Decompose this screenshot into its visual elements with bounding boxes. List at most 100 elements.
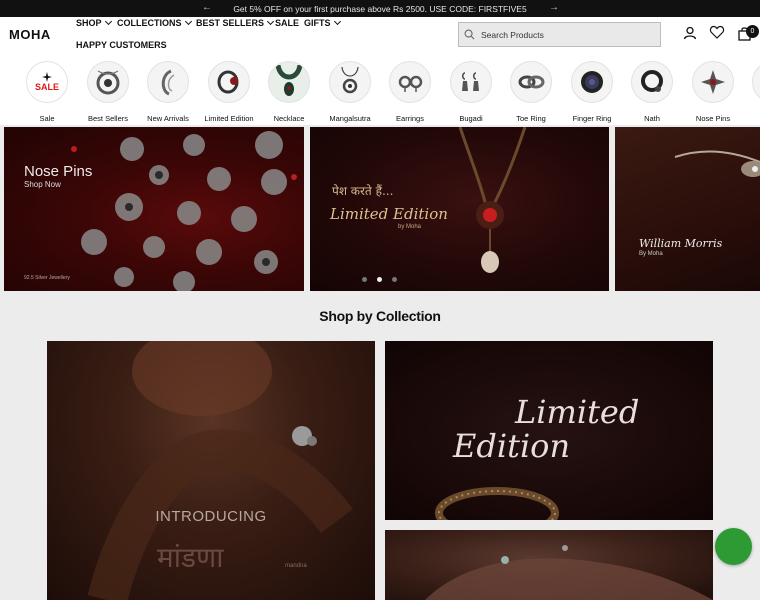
wishlist-heart-icon[interactable] [709, 24, 725, 40]
tile-brand-text: mandna [285, 563, 307, 569]
site-header: MOHA SHOP COLLECTIONS BEST SELLERS SALE … [0, 17, 760, 53]
announcement-prev-arrow[interactable]: ← [202, 2, 212, 13]
search-icon [464, 29, 475, 40]
earcuff-icon [161, 69, 175, 96]
category-label: Nath [644, 114, 660, 123]
category-image [692, 61, 734, 103]
slider-dot[interactable] [392, 277, 397, 282]
nav-item-happy-customers[interactable]: HAPPY CUSTOMERS [76, 40, 167, 50]
nav-item-collections[interactable]: COLLECTIONS [117, 17, 192, 28]
category-toe-ring[interactable]: Toe Ring [500, 61, 562, 123]
hero-slide-limited-edition[interactable]: पेश करते हैं... Limited Edition by Moha [310, 127, 609, 291]
announcement-text: Get 5% OFF on your first purchase above … [233, 3, 527, 14]
category-image [571, 61, 613, 103]
slide-byline: by Moha [398, 224, 422, 230]
category-image [389, 61, 431, 103]
category-sale[interactable]: SALE Sale [16, 61, 78, 123]
category-mangalsutra[interactable]: Mangalsutra [319, 61, 381, 123]
slide-title: Limited Edition [330, 205, 448, 223]
category-label: Best Sellers [87, 114, 129, 123]
category-image [329, 61, 371, 103]
category-label: Mangalsutra [329, 114, 371, 123]
category-strip: SALE Sale Best Sellers New Arrivals Limi… [0, 53, 760, 125]
pendant-icon [96, 70, 120, 95]
chevron-down-icon [333, 17, 341, 26]
category-label: Toe Ring [516, 114, 546, 123]
search-input[interactable] [481, 29, 651, 40]
slide-title: William Morris [639, 237, 723, 250]
category-image: SALE [26, 61, 68, 103]
chevron-down-icon [184, 17, 192, 26]
finger-ring-icon [581, 71, 603, 93]
category-finger-ring[interactable]: Finger Ring [561, 61, 623, 123]
chevron-down-icon [104, 17, 112, 26]
category-label: New Arrivals [147, 114, 189, 123]
logo[interactable]: MOHA [9, 27, 51, 42]
category-image [752, 61, 760, 103]
tile-hindi-title: मांडणा [157, 541, 224, 574]
category-bugadi[interactable]: Bugadi [440, 61, 502, 123]
category-image [631, 61, 673, 103]
category-label: Finger Ring [572, 114, 612, 123]
william-morris-product-image [674, 150, 760, 177]
category-image [450, 61, 492, 103]
tile-intro-text: INTRODUCING [155, 508, 267, 525]
category-nath[interactable]: Nath [621, 61, 683, 123]
slider-dot-active[interactable] [377, 277, 382, 282]
nath-icon [641, 70, 663, 92]
category-label: Nose Pins [695, 114, 731, 123]
search-box[interactable] [458, 22, 661, 47]
nav-item-label: BEST SELLERS [196, 18, 265, 28]
mangalsutra-icon [341, 67, 359, 94]
nav-item-best-sellers[interactable]: BEST SELLERS [196, 17, 275, 28]
nose-pin-icon [701, 70, 725, 94]
category-limited-edition[interactable]: Limited Edition [198, 61, 260, 123]
cart-count-badge: 0 [746, 25, 759, 38]
category-new-arrivals[interactable]: New Arrivals [137, 61, 199, 123]
category-next-partial[interactable] [742, 61, 760, 103]
nav-item-label: GIFTS [304, 18, 331, 28]
sparkle-icon [42, 72, 52, 82]
category-image [510, 61, 552, 103]
nav-item-label: HAPPY CUSTOMERS [76, 40, 167, 50]
hero-slide-nose-pins[interactable]: Nose Pins Shop Now 92.5 Silver Jewellery [4, 127, 304, 291]
category-best-sellers[interactable]: Best Sellers [77, 61, 139, 123]
nav-item-sale[interactable]: SALE [275, 18, 299, 28]
category-label: Sale [39, 114, 55, 123]
sale-badge-text: SALE [34, 82, 59, 92]
nose-pins-product-image [71, 131, 297, 291]
tile-title-line2: Edition [453, 427, 571, 465]
nav-item-gifts[interactable]: GIFTS [304, 17, 341, 28]
slide-shop-now-link[interactable]: Shop Now [24, 180, 61, 189]
slider-dot[interactable] [362, 277, 367, 282]
nav-item-label: SALE [275, 18, 300, 28]
collection-tile-limited-edition[interactable]: Limited Edition [385, 341, 713, 520]
category-necklace[interactable]: Necklace [258, 61, 320, 123]
rings-hand-image [425, 545, 713, 600]
account-icon[interactable] [682, 25, 698, 41]
chevron-down-icon [266, 17, 275, 26]
collection-tile-rings[interactable] [385, 530, 713, 600]
earrings-icon [398, 75, 423, 92]
whatsapp-chat-button[interactable] [715, 528, 752, 565]
hero-slide-william-morris[interactable]: William Morris By Moha [615, 127, 760, 291]
toe-ring-icon [518, 75, 545, 89]
tile-title-line1: Limited [515, 393, 640, 431]
category-image [268, 61, 310, 103]
collection-tile-mandna[interactable]: INTRODUCING मांडणा mandna [47, 341, 375, 600]
bugadi-icon [462, 72, 479, 91]
category-earrings[interactable]: Earrings [379, 61, 441, 123]
necklace-icon [275, 65, 303, 96]
category-image [147, 61, 189, 103]
ring-icon [217, 70, 239, 94]
nav-item-shop[interactable]: SHOP [76, 17, 112, 28]
category-nose-pins[interactable]: Nose Pins [682, 61, 744, 123]
announcement-next-arrow[interactable]: → [549, 2, 559, 13]
category-label: Earrings [396, 114, 424, 123]
slider-dots [362, 277, 397, 282]
category-image [208, 61, 250, 103]
category-label: Bugadi [459, 114, 483, 123]
slide-footnote: 92.5 Silver Jewellery [24, 275, 70, 281]
category-image [87, 61, 129, 103]
slide-hindi-text: पेश करते हैं... [332, 184, 394, 198]
